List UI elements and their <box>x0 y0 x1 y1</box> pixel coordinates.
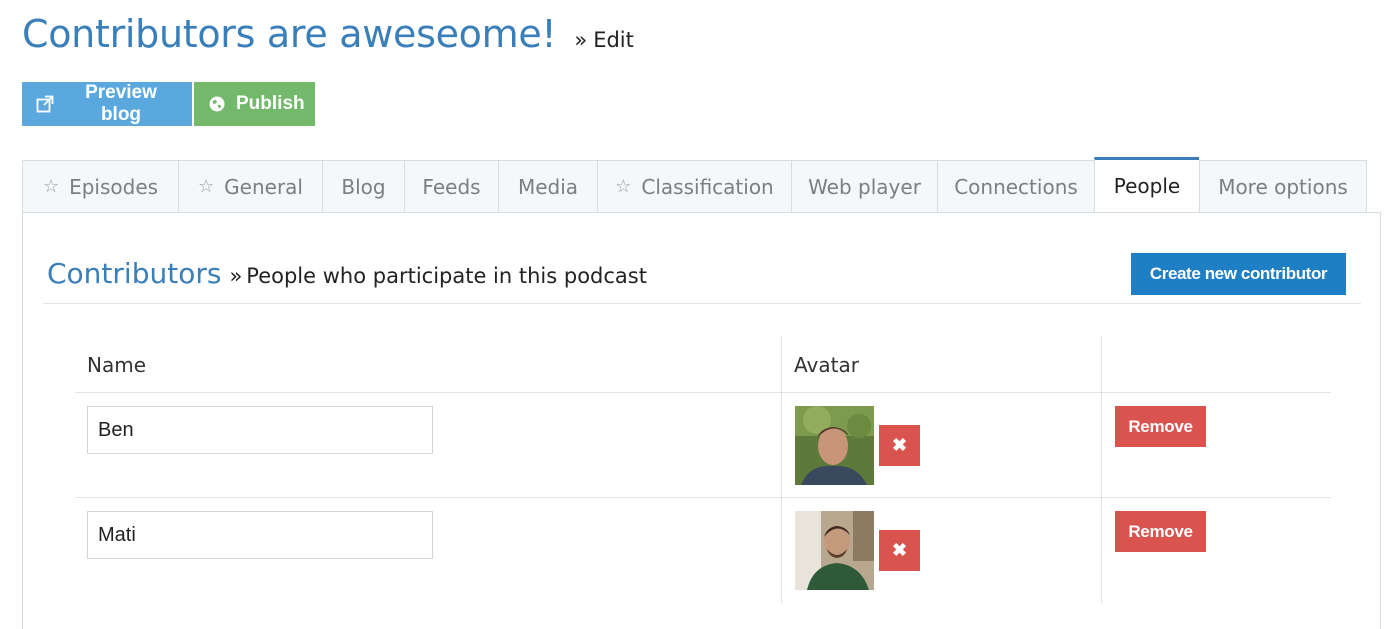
column-header-actions <box>1101 337 1331 392</box>
column-header-avatar: Avatar <box>781 337 1101 392</box>
tab-blog[interactable]: Blog <box>322 160 404 213</box>
section-subtitle: People who participate in this podcast <box>246 264 647 288</box>
table-row: ✖ Remove <box>75 498 1331 603</box>
page-title: Contributors are aweseome! <box>22 12 557 56</box>
contributor-name-input[interactable] <box>87 511 433 559</box>
tab-feeds[interactable]: Feeds <box>404 160 498 213</box>
preview-blog-button[interactable]: Preview blog <box>22 82 192 126</box>
breadcrumb-separator: » <box>574 28 588 52</box>
tab-people[interactable]: People <box>1094 157 1199 213</box>
page-header: Contributors are aweseome! » Edit <box>22 12 634 56</box>
name-cell <box>75 393 781 497</box>
publish-button[interactable]: Publish <box>194 82 315 126</box>
publish-label: Publish <box>236 93 305 114</box>
tab-classification[interactable]: ☆ Classification <box>597 160 791 213</box>
avatar <box>795 406 874 485</box>
tab-panel-people: Contributors » People who participate in… <box>22 212 1381 629</box>
star-icon: ☆ <box>42 176 60 197</box>
column-header-name: Name <box>87 352 147 377</box>
external-link-icon <box>36 95 54 113</box>
remove-contributor-button[interactable]: Remove <box>1115 406 1206 447</box>
tab-general[interactable]: ☆ General <box>178 160 322 213</box>
tab-more-options[interactable]: More options <box>1199 160 1367 213</box>
preview-blog-label: Preview blog <box>85 82 157 125</box>
name-cell <box>75 498 781 603</box>
action-buttons: Preview blog Publish <box>22 82 315 126</box>
avatar <box>795 511 874 590</box>
tab-label: Web player <box>808 174 921 199</box>
tab-episodes[interactable]: ☆ Episodes <box>22 160 178 213</box>
section-title: Contributors <box>47 257 222 290</box>
star-icon: ☆ <box>198 176 215 197</box>
actions-cell: Remove <box>1101 393 1331 497</box>
tab-label: People <box>1113 174 1181 198</box>
contributor-name-input[interactable] <box>87 406 433 454</box>
tab-label: Feeds <box>422 174 481 199</box>
globe-icon <box>208 95 226 113</box>
tab-label: Media <box>517 174 579 199</box>
section-separator: » <box>229 264 243 288</box>
section-header: Contributors » People who participate in… <box>47 257 647 290</box>
tab-label: Episodes <box>69 174 159 199</box>
table-row: ✖ Remove <box>75 393 1331 498</box>
actions-cell: Remove <box>1101 498 1331 603</box>
section-divider <box>43 303 1361 304</box>
tab-web-player[interactable]: Web player <box>791 160 937 213</box>
tab-media[interactable]: Media <box>498 160 597 213</box>
breadcrumb-edit: Edit <box>593 28 634 52</box>
tab-label: Connections <box>954 174 1078 199</box>
create-contributor-button[interactable]: Create new contributor <box>1131 253 1346 295</box>
clear-avatar-button[interactable]: ✖ <box>879 530 920 571</box>
tab-label: Blog <box>341 174 386 199</box>
avatar-cell: ✖ <box>781 393 1101 497</box>
avatar-cell: ✖ <box>781 498 1101 603</box>
tab-label: More options <box>1218 174 1348 199</box>
tab-label: General <box>224 174 303 199</box>
clear-avatar-button[interactable]: ✖ <box>879 425 920 466</box>
tab-connections[interactable]: Connections <box>937 160 1094 213</box>
settings-tabs: ☆ Episodes ☆ General Blog Feeds Media ☆ … <box>22 157 1367 213</box>
tab-label: Classification <box>641 174 774 199</box>
contributors-table: Name Avatar Ben ✖ Remove Mati ✖ Remove <box>75 337 1331 603</box>
star-icon: ☆ <box>615 176 632 197</box>
remove-contributor-button[interactable]: Remove <box>1115 511 1206 552</box>
table-header: Name Avatar <box>75 337 1331 393</box>
